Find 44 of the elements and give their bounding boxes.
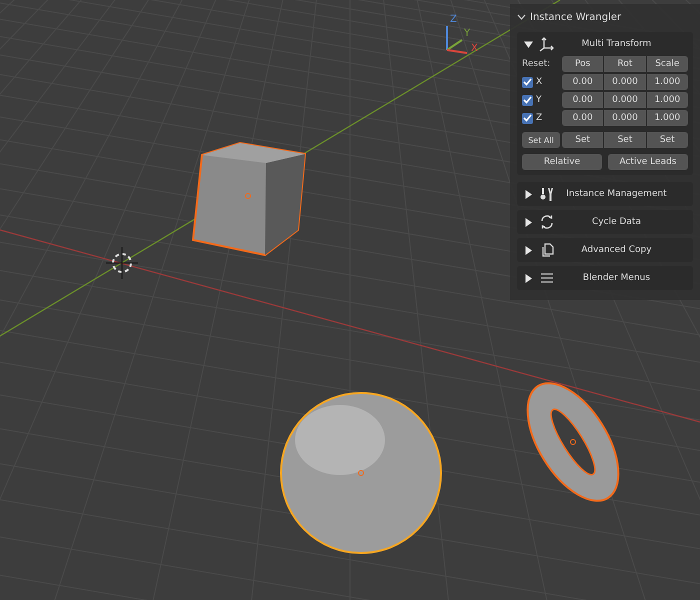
set-button[interactable]: Set [646, 132, 688, 148]
3d-cursor-icon [106, 246, 138, 280]
disclosure-triangle-icon[interactable] [524, 190, 533, 198]
set-button[interactable]: Set [604, 132, 646, 148]
number-field[interactable]: 0.00 [562, 92, 604, 108]
number-field[interactable]: 1.000 [646, 110, 688, 126]
reset-button[interactable]: Pos [562, 56, 604, 72]
checkbox[interactable] [522, 94, 533, 106]
disclosure-triangle-icon[interactable] [524, 246, 533, 254]
toggle-button[interactable]: Active Leads [608, 154, 688, 170]
section-title: Advanced Copy [580, 245, 653, 255]
checkbox[interactable] [522, 76, 533, 88]
number-field[interactable]: 0.000 [604, 92, 646, 108]
panel-title: Instance Wrangler [530, 12, 622, 22]
axis-label: X [536, 77, 542, 87]
reset-button[interactable]: Rot [604, 56, 646, 72]
checkbox[interactable] [522, 112, 533, 124]
axis-label: Y [464, 28, 470, 39]
set-button[interactable]: Set [562, 132, 604, 148]
number-field[interactable]: 0.000 [604, 110, 646, 126]
tools-icon [539, 186, 555, 202]
section-title: Blender Menus [582, 273, 652, 283]
disclosure-triangle-icon[interactable] [524, 218, 533, 226]
toggle-button[interactable]: Relative [522, 154, 602, 170]
number-field[interactable]: 0.00 [562, 110, 604, 126]
number-field[interactable]: 0.00 [562, 74, 604, 90]
axis-label: Y [536, 95, 542, 105]
number-field[interactable]: 0.000 [604, 74, 646, 90]
reset-label: Reset: [522, 59, 552, 69]
section-title: Multi Transform [580, 39, 652, 49]
refresh-icon [539, 214, 555, 230]
axis-label: Z [450, 14, 457, 25]
disclosure-triangle-icon[interactable] [524, 274, 533, 282]
number-field[interactable]: 1.000 [646, 74, 688, 90]
disclosure-triangle-icon[interactable] [524, 40, 533, 48]
axis-label: Z [536, 113, 542, 123]
number-field[interactable]: 1.000 [646, 92, 688, 108]
axis-label: X [471, 43, 478, 54]
reset-button[interactable]: Scale [646, 56, 688, 72]
section-title: Instance Management [565, 189, 668, 199]
section-title: Cycle Data [591, 217, 642, 227]
chevron-icon[interactable] [517, 14, 526, 20]
transform-axes-icon [539, 36, 555, 52]
set-all-button[interactable]: Set All [522, 132, 560, 148]
